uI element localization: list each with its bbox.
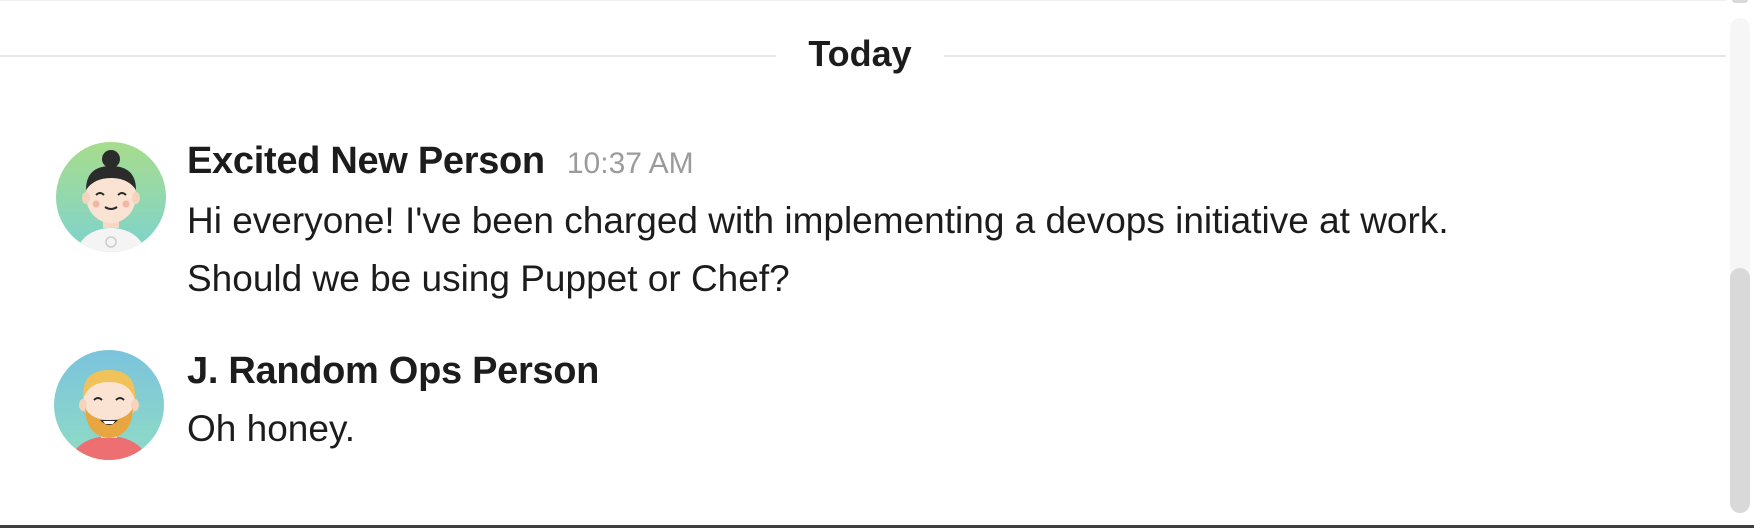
sender-name[interactable]: J. Random Ops Person <box>187 350 599 393</box>
day-divider-line-left <box>0 55 776 57</box>
message-text: Hi everyone! I've been charged with impl… <box>187 192 1707 308</box>
day-divider-label: Today <box>808 33 912 74</box>
day-divider-line-right <box>944 55 1726 57</box>
message-body: Excited New Person 10:37 AM Hi everyone!… <box>187 140 1707 308</box>
avatar[interactable] <box>56 142 166 252</box>
avatar[interactable] <box>54 350 164 460</box>
message-timestamp[interactable]: 10:37 AM <box>567 147 694 181</box>
sender-name[interactable]: Excited New Person <box>187 140 545 183</box>
message-header: J. Random Ops Person <box>187 350 1707 398</box>
avatar-smiling-topknot-person-icon <box>56 142 166 252</box>
message-line: Should we be using Puppet or Chef? <box>187 258 790 299</box>
message-line: Oh honey. <box>187 408 355 449</box>
scrollbar-thumb[interactable] <box>1730 268 1750 513</box>
scrollbar[interactable] <box>1726 0 1754 525</box>
message-text: Oh honey. <box>187 400 1707 458</box>
message-body: J. Random Ops Person Oh honey. <box>187 350 1707 458</box>
day-divider: Today <box>0 30 1726 80</box>
message-line: Hi everyone! I've been charged with impl… <box>187 200 1449 241</box>
scrollbar-top-nub <box>1732 0 1748 3</box>
message-header: Excited New Person 10:37 AM <box>187 140 1707 188</box>
top-divider <box>0 0 1726 1</box>
avatar-bearded-blond-person-icon <box>54 350 164 460</box>
message-pane: Today Excited New Person 10:37 AM Hi eve… <box>0 0 1754 528</box>
